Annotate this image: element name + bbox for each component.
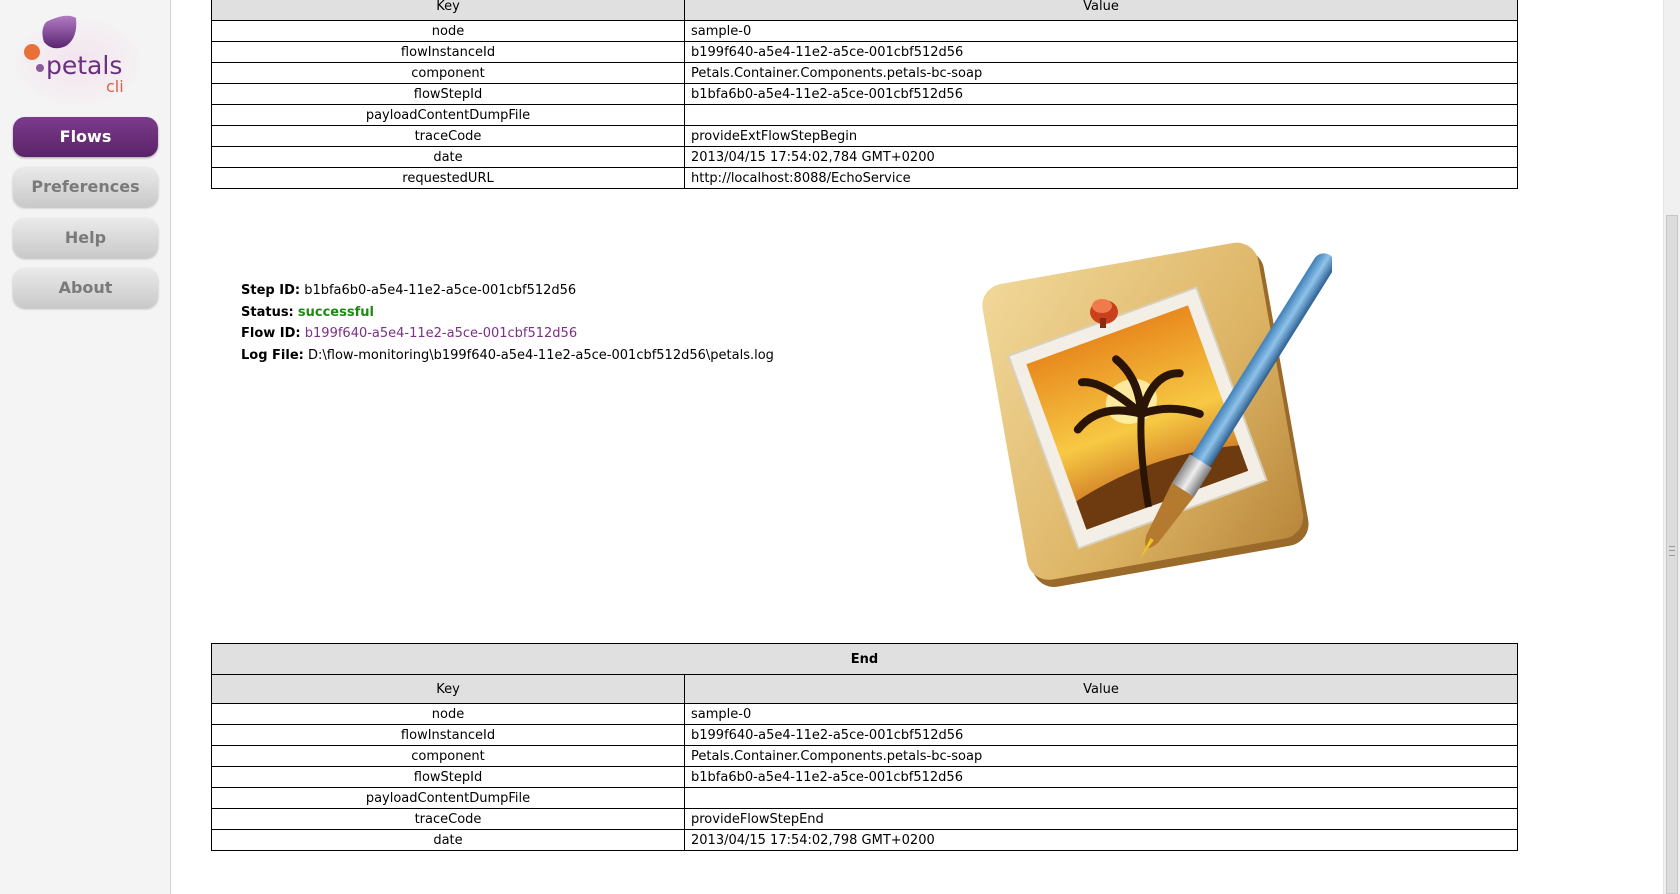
nav-flows-button[interactable]: Flows — [13, 117, 158, 157]
table-header-row: Key Value — [211, 674, 1518, 704]
scrollbar-thumb[interactable] — [1666, 215, 1678, 894]
row-value — [684, 787, 1518, 809]
row-value: b199f640-a5e4-11e2-a5ce-001cbf512d56 — [684, 41, 1518, 63]
scrollbar-grip-icon — [1669, 546, 1675, 556]
row-key: payloadContentDumpFile — [211, 104, 685, 126]
table-row: traceCode provideFlowStepEnd — [211, 808, 1518, 830]
row-value: sample-0 — [684, 703, 1518, 725]
petals-logo[interactable]: petals cli — [14, 12, 142, 104]
log-file-value: D:\flow-monitoring\b199f640-a5e4-11e2-a5… — [308, 347, 774, 363]
end-step-table: End Key Value node sample-0 flowInstanceI… — [211, 643, 1518, 851]
status-label: Status: — [241, 304, 294, 320]
vertical-scrollbar[interactable] — [1663, 0, 1680, 894]
key-column-header: Key — [211, 674, 685, 704]
table-row: node sample-0 — [211, 20, 1518, 42]
row-value: provideExtFlowStepBegin — [684, 125, 1518, 147]
row-value: 2013/04/15 17:54:02,798 GMT+0200 — [684, 829, 1518, 851]
petals-logo-icon: petals cli — [16, 15, 140, 104]
value-column-header: Value — [684, 0, 1518, 21]
row-key: traceCode — [211, 808, 685, 830]
sidebar: petals cli Flows Preferences Help About — [0, 0, 171, 894]
step-id-line: Step ID: b1bfa6b0-a5e4-11e2-a5ce-001cbf5… — [241, 280, 774, 302]
row-value: Petals.Container.Components.petals-bc-so… — [684, 62, 1518, 84]
flow-id-line: Flow ID: b199f640-a5e4-11e2-a5ce-001cbf5… — [241, 323, 774, 345]
begin-step-table: Key Value node sample-0 flowInstanceId b19… — [211, 0, 1518, 189]
table-row: flowStepId b1bfa6b0-a5e4-11e2-a5ce-001cbf… — [211, 766, 1518, 788]
status-line: Status: successful — [241, 302, 774, 324]
row-value — [684, 104, 1518, 126]
row-value: sample-0 — [684, 20, 1518, 42]
step-id-label: Step ID: — [241, 283, 301, 298]
row-value: b199f640-a5e4-11e2-a5ce-001cbf512d56 — [684, 724, 1518, 746]
log-file-label: Log File: — [241, 347, 304, 363]
step-info: Step ID: b1bfa6b0-a5e4-11e2-a5ce-001cbf5… — [241, 280, 774, 366]
table-row: component Petals.Container.Components.pet… — [211, 62, 1518, 84]
row-key: node — [211, 703, 685, 725]
pixelmator-image-icon — [970, 240, 1335, 618]
table-row: node sample-0 — [211, 703, 1518, 725]
table-row: date 2013/04/15 17:54:02,798 GMT+0200 — [211, 829, 1518, 851]
key-column-header: Key — [211, 0, 685, 21]
nav-about-button[interactable]: About — [13, 268, 158, 308]
row-key: traceCode — [211, 125, 685, 147]
row-key: requestedURL — [211, 167, 685, 189]
row-key: date — [211, 829, 685, 851]
logo-text: petals — [46, 51, 122, 80]
end-section-title: End — [211, 643, 1518, 675]
table-title-row: End — [211, 643, 1518, 675]
row-value: http://localhost:8088/EchoService — [684, 167, 1518, 189]
table-row: payloadContentDumpFile — [211, 787, 1518, 809]
row-value: provideFlowStepEnd — [684, 808, 1518, 830]
row-key: payloadContentDumpFile — [211, 787, 685, 809]
table-row: flowStepId b1bfa6b0-a5e4-11e2-a5ce-001cbf… — [211, 83, 1518, 105]
row-key: flowStepId — [211, 766, 685, 788]
row-key: flowStepId — [211, 83, 685, 105]
row-key: component — [211, 62, 685, 84]
table-row: requestedURL http://localhost:8088/EchoSe… — [211, 167, 1518, 189]
row-value: b1bfa6b0-a5e4-11e2-a5ce-001cbf512d56 — [684, 83, 1518, 105]
status-value: successful — [297, 304, 374, 320]
row-key: date — [211, 146, 685, 168]
row-value: b1bfa6b0-a5e4-11e2-a5ce-001cbf512d56 — [684, 766, 1518, 788]
flow-id-link[interactable]: b199f640-a5e4-11e2-a5ce-001cbf512d56 — [305, 326, 577, 341]
table-row: payloadContentDumpFile — [211, 104, 1518, 126]
value-column-header: Value — [684, 674, 1518, 704]
flow-id-label: Flow ID: — [241, 326, 301, 341]
table-header-row: Key Value — [211, 0, 1518, 21]
logo-subtext: cli — [106, 77, 124, 96]
row-key: node — [211, 20, 685, 42]
row-key: component — [211, 745, 685, 767]
table-row: component Petals.Container.Components.pet… — [211, 745, 1518, 767]
row-value: 2013/04/15 17:54:02,784 GMT+0200 — [684, 146, 1518, 168]
row-key: flowInstanceId — [211, 724, 685, 746]
table-row: date 2013/04/15 17:54:02,784 GMT+0200 — [211, 146, 1518, 168]
table-row: flowInstanceId b199f640-a5e4-11e2-a5ce-00… — [211, 724, 1518, 746]
row-key: flowInstanceId — [211, 41, 685, 63]
nav-preferences-button[interactable]: Preferences — [13, 167, 158, 207]
log-file-line: Log File: D:\flow-monitoring\b199f640-a5… — [241, 345, 774, 367]
step-id-value: b1bfa6b0-a5e4-11e2-a5ce-001cbf512d56 — [304, 283, 577, 298]
table-row: flowInstanceId b199f640-a5e4-11e2-a5ce-00… — [211, 41, 1518, 63]
table-row: traceCode provideExtFlowStepBegin — [211, 125, 1518, 147]
nav-help-button[interactable]: Help — [13, 218, 158, 258]
row-value: Petals.Container.Components.petals-bc-so… — [684, 745, 1518, 767]
